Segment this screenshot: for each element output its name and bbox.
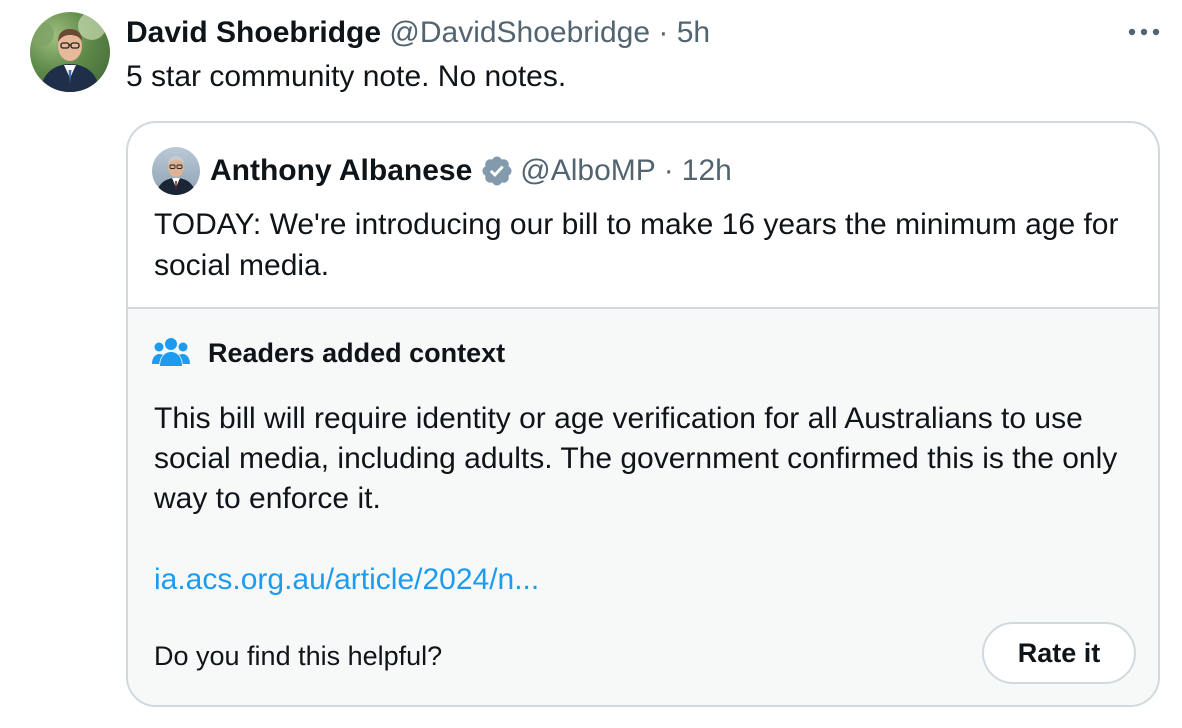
quoted-tweet-card[interactable]: Anthony Albanese @AlboMP · 12h TODAY: We… <box>126 121 1160 707</box>
tweet-time[interactable]: 5h <box>677 16 710 49</box>
quoted-header: Anthony Albanese @AlboMP · 12h <box>210 152 732 190</box>
note-title: Readers added context <box>208 338 506 368</box>
quoted-separator: · <box>663 154 674 187</box>
more-options-button[interactable] <box>1124 18 1164 46</box>
separator: · <box>658 16 669 49</box>
quoted-tweet-text: TODAY: We're introducing our bill to mak… <box>154 208 1119 282</box>
more-options-icon <box>1128 28 1160 36</box>
tweet-header: David Shoebridge @DavidShoebridge · 5h <box>126 14 710 52</box>
avatar[interactable] <box>30 12 110 92</box>
profile-photo-icon <box>30 12 106 92</box>
note-source-link[interactable]: ia.acs.org.au/article/2024/n... <box>154 560 539 600</box>
quoted-avatar[interactable] <box>152 147 200 195</box>
verified-badge-icon[interactable] <box>480 154 514 188</box>
author-name[interactable]: David Shoebridge <box>126 16 381 49</box>
quoted-author-handle[interactable]: @AlboMP <box>520 152 656 190</box>
helpful-prompt: Do you find this helpful? <box>154 641 443 671</box>
people-icon <box>152 337 190 367</box>
tweet-text: 5 star community note. No notes. <box>126 60 567 93</box>
author-handle[interactable]: @DavidShoebridge <box>389 16 650 49</box>
quoted-profile-photo-icon <box>156 156 196 195</box>
rate-it-button[interactable]: Rate it <box>982 622 1136 684</box>
note-body: This bill will require identity or age v… <box>154 402 1118 515</box>
quoted-time[interactable]: 12h <box>682 152 732 190</box>
community-note: Readers added context This bill will req… <box>128 307 1158 705</box>
quoted-author-name[interactable]: Anthony Albanese <box>210 152 472 190</box>
